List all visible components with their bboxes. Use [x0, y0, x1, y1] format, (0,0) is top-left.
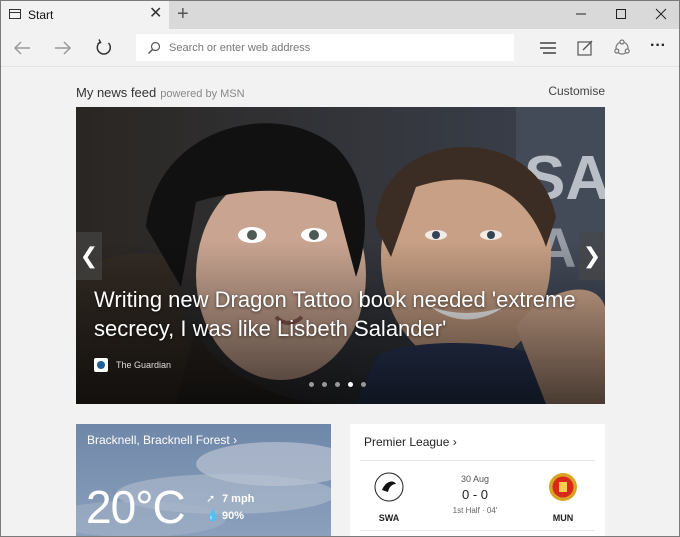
customise-link[interactable]: Customise	[548, 84, 605, 98]
weather-wind: ➚ 7 mph	[206, 492, 255, 506]
home-team-name: SWA	[378, 513, 400, 523]
wind-icon: ➚	[206, 493, 216, 505]
chevron-right-icon: ›	[452, 435, 457, 449]
hub-icon	[540, 42, 556, 54]
share-button[interactable]	[611, 37, 633, 59]
feed-header: My news feed powered by MSN	[76, 85, 245, 100]
refresh-button[interactable]	[91, 35, 117, 61]
sports-card[interactable]: Premier League › SWA 30 Aug 0 - 0 1st Ha…	[350, 424, 605, 536]
swansea-logo-icon	[374, 472, 404, 502]
news-carousel[interactable]: SA A	[76, 107, 605, 404]
carousel-dot[interactable]	[309, 382, 314, 387]
share-icon	[614, 39, 630, 55]
maximize-icon	[616, 9, 626, 19]
back-arrow-icon	[13, 41, 30, 55]
title-bar: Start ✕ +	[1, 1, 679, 29]
weather-temperature: 20°C	[86, 481, 186, 533]
tab-title: Start	[28, 8, 54, 22]
feed-title: My news feed	[76, 85, 157, 100]
carousel-dot[interactable]	[322, 382, 327, 387]
hub-button[interactable]	[537, 37, 559, 59]
match-score: 0 - 0	[461, 487, 488, 502]
home-team[interactable]: SWA	[364, 472, 414, 523]
weather-location[interactable]: Bracknell, Bracknell Forest ›	[87, 433, 237, 447]
match-date: 30 Aug	[460, 474, 490, 484]
news-source-name: The Guardian	[116, 360, 172, 370]
web-note-icon	[577, 40, 593, 56]
news-source: The Guardian	[94, 358, 171, 372]
carousel-prev-button[interactable]: ❮	[76, 232, 102, 280]
weather-humidity: 💧 90%	[206, 509, 245, 523]
carousel-dots	[309, 382, 366, 387]
league-title[interactable]: Premier League ›	[364, 435, 457, 449]
match-info: 30 Aug 0 - 0 1st Half · 04'	[430, 474, 520, 515]
news-headline[interactable]: Writing new Dragon Tattoo book needed 'e…	[94, 285, 594, 343]
forward-button[interactable]	[50, 35, 76, 61]
forward-arrow-icon	[55, 41, 72, 55]
raindrop-icon: 💧	[206, 510, 220, 522]
carousel-dot[interactable]	[361, 382, 366, 387]
guardian-logo-icon	[94, 358, 108, 372]
divider	[360, 460, 595, 461]
weather-card[interactable]: Bracknell, Bracknell Forest › 20°C ➚ 7 mp…	[76, 424, 331, 536]
match-status: 1st Half · 04'	[452, 506, 498, 515]
browser-window: Start ✕ + Search or enter web address ··…	[0, 0, 680, 537]
maximize-button[interactable]	[601, 1, 641, 29]
away-team-name: MUN	[552, 513, 574, 523]
web-note-button[interactable]	[574, 37, 596, 59]
back-button[interactable]	[9, 35, 35, 61]
tab-page-icon	[9, 9, 21, 19]
address-input[interactable]	[169, 35, 499, 60]
search-icon	[148, 41, 161, 54]
powered-by: powered by MSN	[160, 88, 245, 100]
carousel-next-button[interactable]: ❯	[579, 232, 605, 280]
chevron-right-icon: ›	[233, 433, 238, 447]
divider	[360, 530, 595, 531]
more-icon[interactable]: ···	[647, 37, 669, 59]
minimize-button[interactable]	[561, 1, 601, 29]
close-window-button[interactable]	[641, 1, 679, 29]
refresh-icon	[96, 39, 111, 55]
navigation-toolbar: ···	[1, 29, 679, 67]
new-tab-button[interactable]: +	[177, 3, 189, 25]
close-icon	[655, 8, 667, 20]
carousel-dot[interactable]	[348, 382, 353, 387]
manchester-united-logo-icon	[549, 473, 577, 501]
tab-start[interactable]: Start ✕	[1, 1, 169, 29]
address-bar[interactable]	[136, 34, 514, 61]
minimize-icon	[576, 13, 586, 15]
tab-close-icon[interactable]: ✕	[149, 5, 162, 23]
start-page: My news feed powered by MSN Customise ❮ …	[1, 67, 679, 536]
away-team[interactable]: MUN	[538, 472, 588, 523]
carousel-dot[interactable]	[335, 382, 340, 387]
